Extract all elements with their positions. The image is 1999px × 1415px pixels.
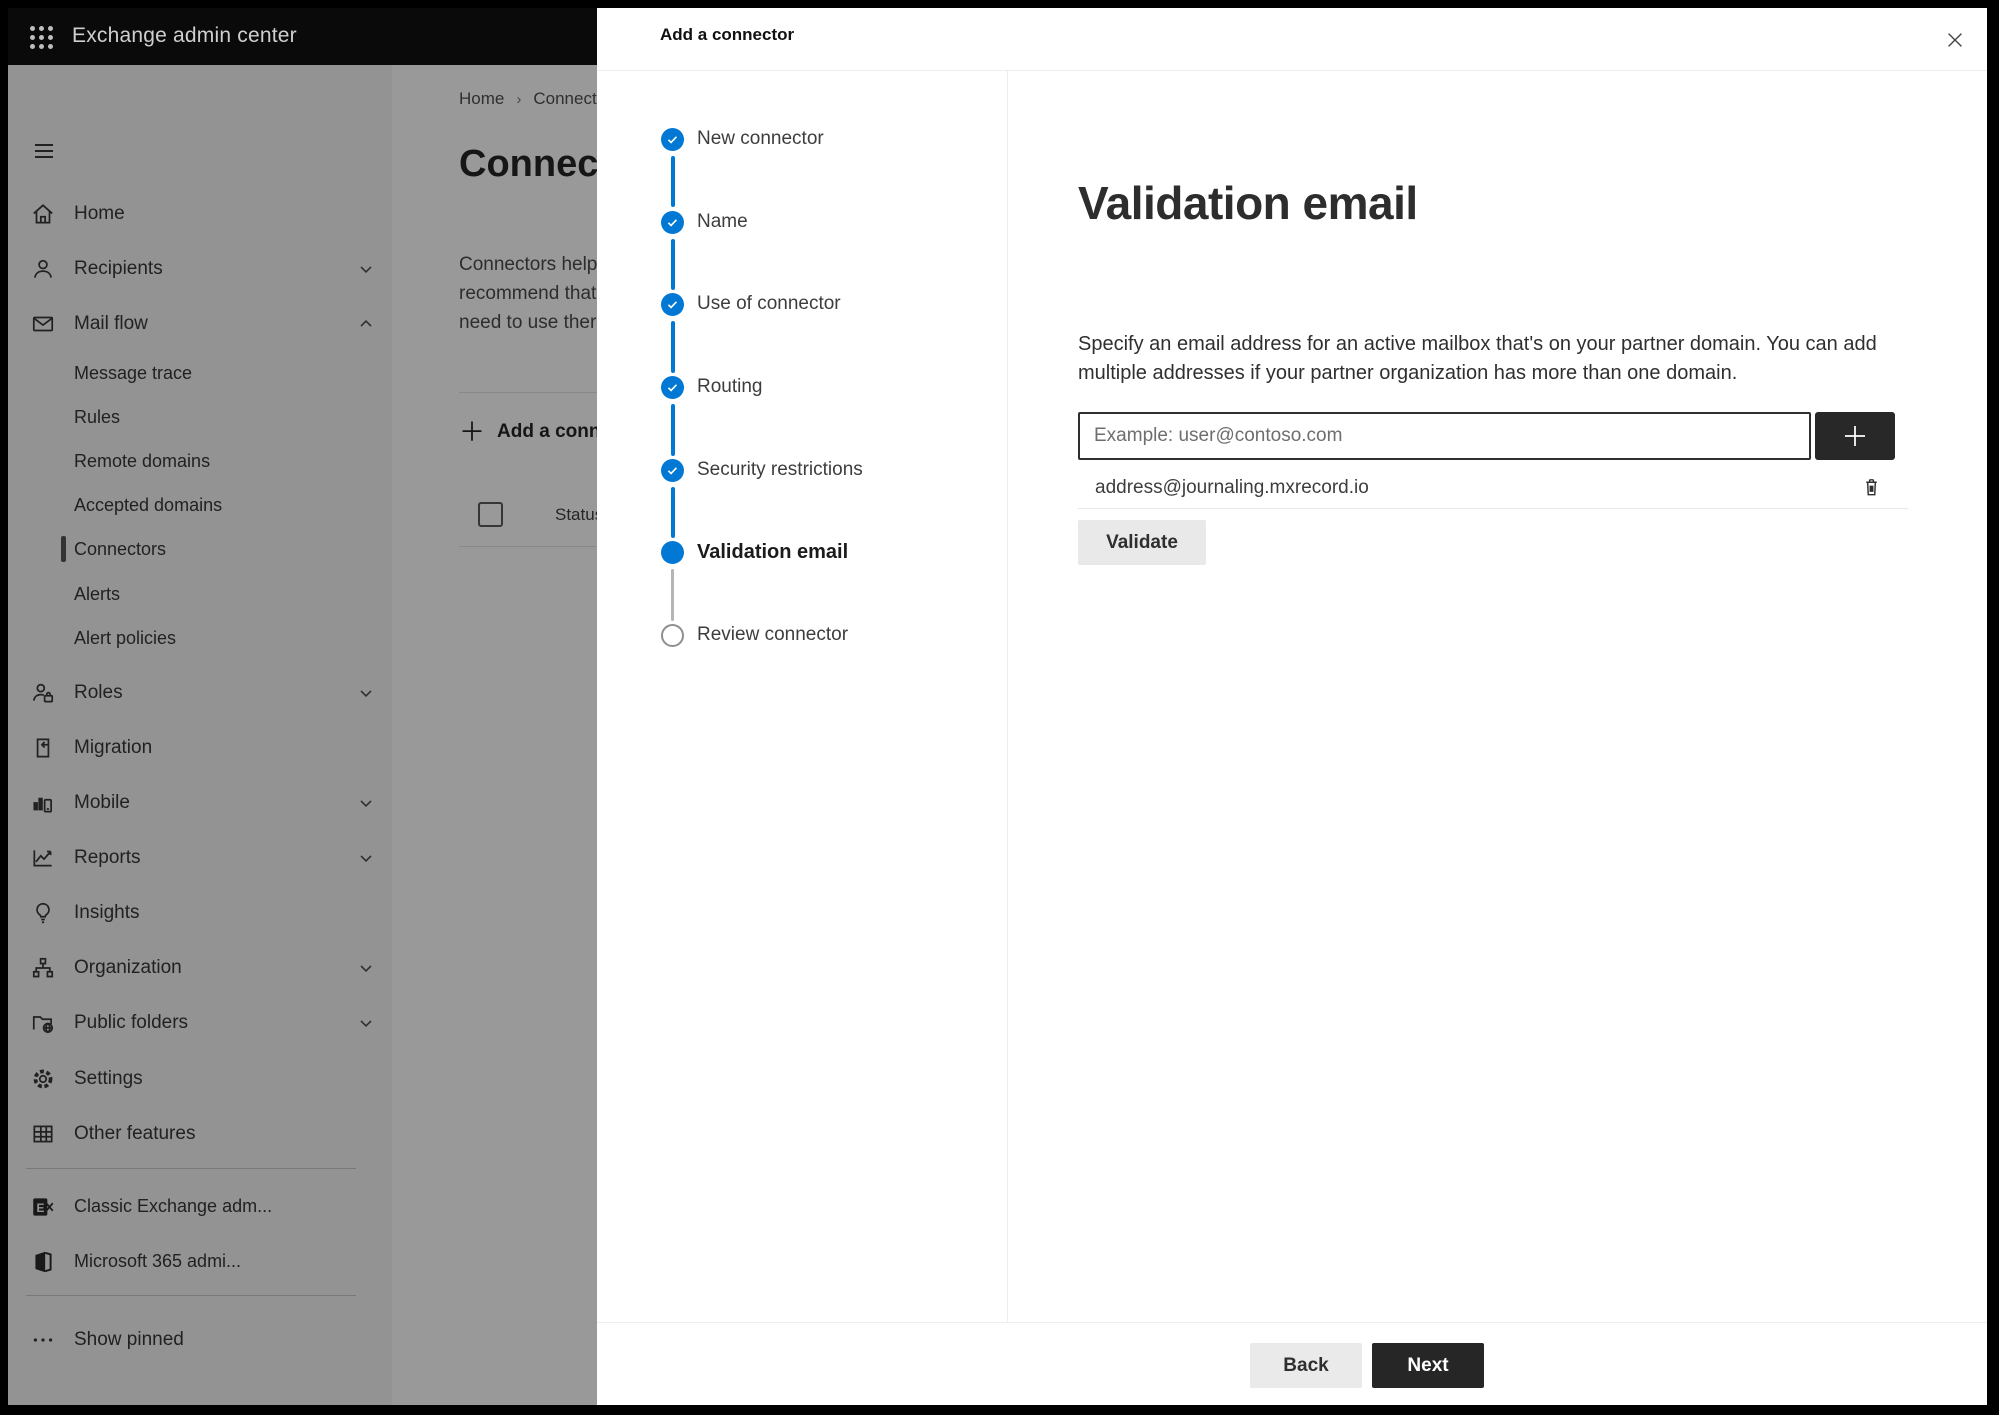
step-connector-line (671, 239, 675, 290)
step-completed-check-icon (661, 458, 684, 482)
validation-email-input[interactable] (1078, 412, 1811, 460)
added-address: address@journaling.mxrecord.io (1095, 476, 1369, 498)
next-button[interactable]: Next (1372, 1343, 1484, 1388)
add-email-button[interactable] (1815, 412, 1895, 460)
delete-address-button[interactable] (1856, 473, 1886, 503)
wizard-step-routing[interactable]: Routing (597, 370, 1008, 404)
app-launcher-waffle-icon[interactable] (22, 18, 60, 56)
wizard-step-review-connector[interactable]: Review connector (597, 618, 1008, 652)
wizard-step-name[interactable]: Name (597, 205, 1008, 239)
added-address-row: address@journaling.mxrecord.io (1078, 467, 1908, 509)
add-connector-panel: Add a connector New connector Name Use o… (597, 8, 1987, 1405)
email-entry-row (1078, 412, 1895, 460)
step-completed-check-icon (661, 292, 684, 316)
step-connector-line (671, 487, 675, 538)
wizard-steps: New connector Name Use of connector Rout… (597, 71, 1008, 1322)
step-connector-line (671, 569, 674, 621)
panel-title: Add a connector (660, 25, 795, 44)
trash-icon (1865, 479, 1877, 496)
step-current-icon (661, 540, 684, 564)
step-description: Specify an email address for an active m… (1078, 333, 1877, 384)
wizard-step-validation-email[interactable]: Validation email (597, 535, 1008, 569)
screenshot-frame: Exchange admin center Home Recipients Ma… (0, 0, 1999, 1415)
panel-footer: Back Next (597, 1322, 1987, 1405)
step-completed-check-icon (661, 210, 684, 234)
step-connector-line (671, 321, 675, 373)
wizard-step-security-restrictions[interactable]: Security restrictions (597, 453, 1008, 487)
step-heading: Validation email (1078, 177, 1418, 229)
step-completed-check-icon (661, 375, 684, 399)
plus-icon (1845, 426, 1865, 446)
close-icon[interactable] (1935, 20, 1975, 60)
step-completed-check-icon (661, 127, 684, 151)
step-connector-line (671, 404, 675, 456)
app-title: Exchange admin center (72, 24, 297, 47)
validate-button[interactable]: Validate (1078, 520, 1206, 565)
step-upcoming-icon (661, 623, 684, 647)
wizard-step-new-connector[interactable]: New connector (597, 122, 1008, 156)
waffle-icon (29, 25, 53, 49)
step-connector-line (671, 156, 675, 207)
back-button[interactable]: Back (1250, 1343, 1362, 1388)
app-window: Exchange admin center Home Recipients Ma… (8, 8, 1987, 1405)
wizard-step-use-of-connector[interactable]: Use of connector (597, 287, 1008, 321)
